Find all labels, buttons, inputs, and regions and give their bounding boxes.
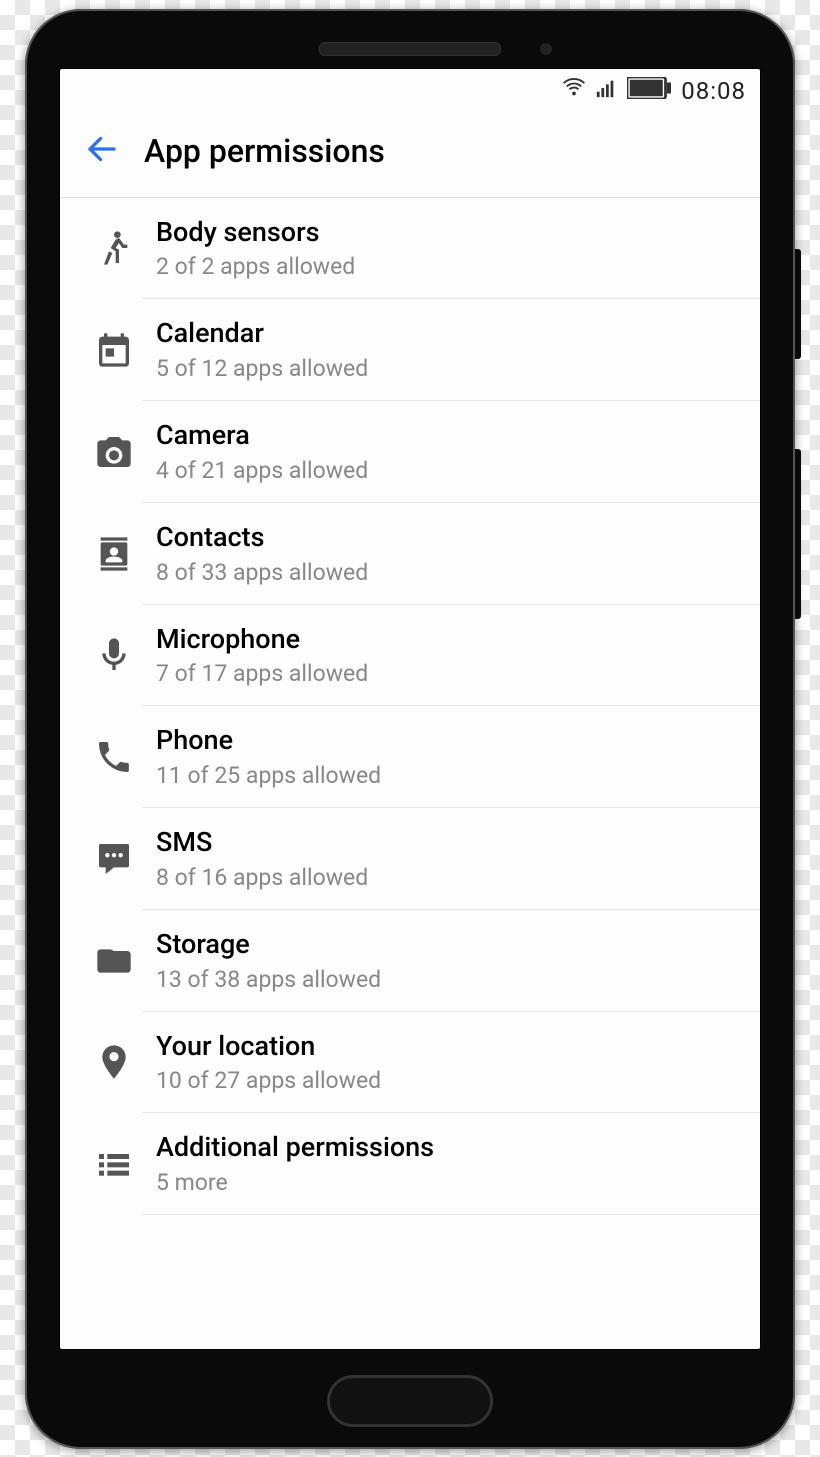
permission-row-phone[interactable]: Phone 11 of 25 apps allowed <box>60 706 760 808</box>
contacts-icon <box>86 534 142 574</box>
permission-text: Microphone 7 of 17 apps allowed <box>142 605 760 707</box>
phone-icon <box>86 737 142 777</box>
permission-label: Camera <box>156 419 740 453</box>
permission-label: Storage <box>156 928 740 962</box>
camera-icon <box>86 432 142 472</box>
permission-text: Body sensors 2 of 2 apps allowed <box>142 198 760 300</box>
permission-row-microphone[interactable]: Microphone 7 of 17 apps allowed <box>60 605 760 707</box>
wifi-icon <box>563 77 585 105</box>
permission-sub: 13 of 38 apps allowed <box>156 966 740 993</box>
permissions-list: Body sensors 2 of 2 apps allowed Calenda… <box>60 198 760 1349</box>
side-button <box>795 449 801 619</box>
permission-sub: 5 more <box>156 1169 740 1196</box>
storage-icon <box>86 941 142 981</box>
permission-text: Camera 4 of 21 apps allowed <box>142 401 760 503</box>
permission-row-sms[interactable]: SMS 8 of 16 apps allowed <box>60 808 760 910</box>
permission-label: Contacts <box>156 521 740 555</box>
permission-row-location[interactable]: Your location 10 of 27 apps allowed <box>60 1012 760 1114</box>
signal-icon <box>595 77 617 105</box>
location-icon <box>86 1042 142 1082</box>
permission-row-storage[interactable]: Storage 13 of 38 apps allowed <box>60 910 760 1012</box>
permission-sub: 8 of 16 apps allowed <box>156 864 740 891</box>
front-camera <box>540 43 552 55</box>
permission-text: Phone 11 of 25 apps allowed <box>142 706 760 808</box>
permission-text: Additional permissions 5 more <box>142 1113 760 1215</box>
back-button[interactable] <box>78 125 126 177</box>
microphone-icon <box>86 635 142 675</box>
list-icon <box>86 1144 142 1184</box>
permission-sub: 4 of 21 apps allowed <box>156 457 740 484</box>
permission-sub: 11 of 25 apps allowed <box>156 762 740 789</box>
permission-label: Body sensors <box>156 216 740 250</box>
permission-row-camera[interactable]: Camera 4 of 21 apps allowed <box>60 401 760 503</box>
permission-label: Phone <box>156 724 740 758</box>
permission-sub: 8 of 33 apps allowed <box>156 559 740 586</box>
battery-icon <box>627 77 671 105</box>
status-clock: 08:08 <box>681 77 746 105</box>
permission-sub: 7 of 17 apps allowed <box>156 660 740 687</box>
permission-text: Contacts 8 of 33 apps allowed <box>142 503 760 605</box>
permission-label: Microphone <box>156 623 740 657</box>
permission-text: Your location 10 of 27 apps allowed <box>142 1012 760 1114</box>
permission-text: SMS 8 of 16 apps allowed <box>142 808 760 910</box>
permission-row-additional[interactable]: Additional permissions 5 more <box>60 1113 760 1215</box>
sms-icon <box>86 839 142 879</box>
page-title: App permissions <box>144 132 385 170</box>
side-button <box>795 249 801 359</box>
permission-sub: 2 of 2 apps allowed <box>156 253 740 280</box>
permission-row-calendar[interactable]: Calendar 5 of 12 apps allowed <box>60 299 760 401</box>
speaker-grill <box>319 42 501 56</box>
screen: 08:08 App permissions Body sensors 2 of … <box>60 69 760 1349</box>
permission-row-contacts[interactable]: Contacts 8 of 33 apps allowed <box>60 503 760 605</box>
body-sensors-icon <box>86 228 142 268</box>
permission-text: Calendar 5 of 12 apps allowed <box>142 299 760 401</box>
permission-label: Calendar <box>156 317 740 351</box>
phone-frame: 08:08 App permissions Body sensors 2 of … <box>25 9 795 1449</box>
permission-label: Your location <box>156 1030 740 1064</box>
status-bar: 08:08 <box>60 69 760 113</box>
home-button[interactable] <box>327 1375 493 1427</box>
app-bar: App permissions <box>60 113 760 198</box>
permission-row-body-sensors[interactable]: Body sensors 2 of 2 apps allowed <box>60 198 760 300</box>
permission-text: Storage 13 of 38 apps allowed <box>142 910 760 1012</box>
permission-sub: 10 of 27 apps allowed <box>156 1067 740 1094</box>
permission-sub: 5 of 12 apps allowed <box>156 355 740 382</box>
permission-label: Additional permissions <box>156 1131 740 1165</box>
permission-label: SMS <box>156 826 740 860</box>
calendar-icon <box>86 330 142 370</box>
